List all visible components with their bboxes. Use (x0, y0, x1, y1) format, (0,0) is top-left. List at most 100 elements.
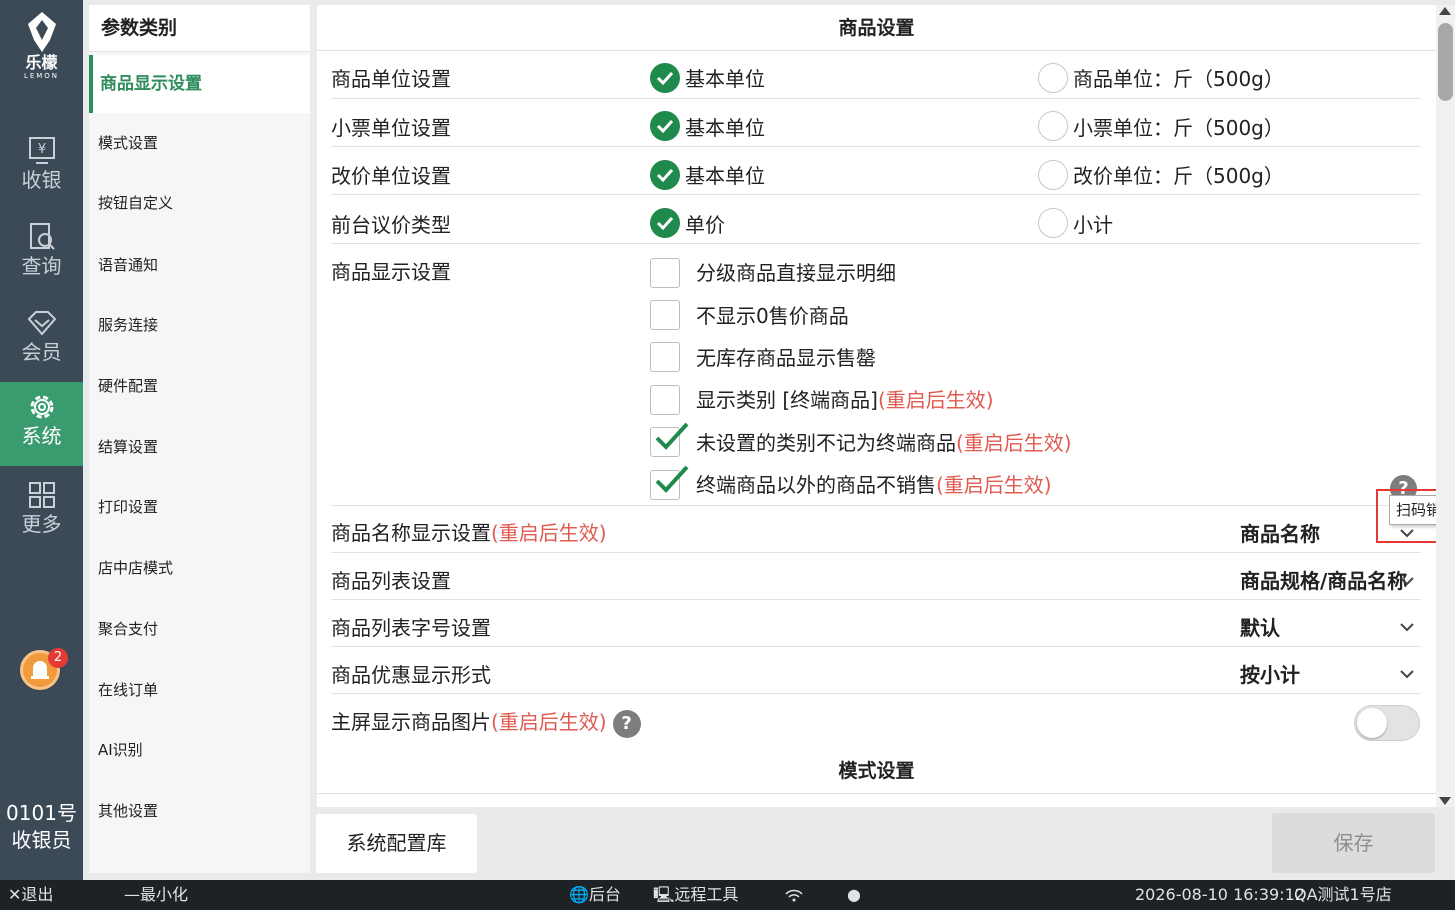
category-item-buttons[interactable]: 按钮自定义 (89, 174, 310, 232)
receipt-basic-radio[interactable] (650, 111, 680, 141)
receipt-goods-radio[interactable] (1038, 111, 1068, 141)
main-screen-image-toggle[interactable] (1354, 705, 1420, 741)
checkbox-show-category-text: 显示类别 [终端商品] (696, 388, 878, 412)
checkbox-hide-zero-price[interactable] (650, 300, 680, 330)
gear-icon (30, 395, 53, 419)
logo-name: 乐檬 (25, 53, 58, 72)
exit-button[interactable]: ✕退出 (8, 880, 53, 910)
chevron-down-icon[interactable] (1399, 666, 1415, 682)
scroll-down-arrow-icon[interactable] (1439, 797, 1451, 805)
divider (331, 646, 1421, 647)
remote-tool-label: 远程工具 (674, 885, 739, 904)
nav-system-label: 系统 (21, 424, 62, 448)
unit-basic-radio[interactable] (650, 63, 680, 93)
settings-panel: 商品设置 商品单位设置 基本单位 商品单位：斤（500g） 小票单位设置 基本单… (317, 5, 1436, 807)
divider (331, 693, 1421, 694)
category-item-print[interactable]: 打印设置 (89, 478, 310, 536)
check-icon (656, 168, 674, 183)
divider (331, 98, 1421, 99)
backend-button[interactable]: 🌐后台 (569, 880, 621, 910)
price-unit-label: 改价单位设置 (331, 164, 451, 188)
category-item-mode[interactable]: 模式设置 (89, 114, 310, 172)
category-title: 参数类别 (89, 5, 310, 52)
category-item-service[interactable]: 服务连接 (89, 296, 310, 354)
divider (331, 146, 1421, 147)
price-goods-label: 改价单位：斤（500g） (1073, 164, 1284, 188)
category-item-online-order[interactable]: 在线订单 (89, 661, 310, 719)
main-screen-image-label: 主屏显示商品图片(重启后生效)? (331, 709, 641, 738)
bargain-type-label: 前台议价类型 (331, 213, 451, 237)
category-item-ai[interactable]: AI识别 (89, 721, 310, 779)
list-setting-label: 商品列表设置 (331, 569, 451, 593)
wifi-icon (785, 880, 803, 910)
checkbox-unset-category-label: 未设置的类别不记为终端商品(重启后生效) (696, 430, 1072, 456)
nav-cashier[interactable]: ¥ 收银 (0, 126, 83, 210)
checkmark-icon (655, 465, 689, 493)
unit-goods-label: 商品单位：斤（500g） (1073, 67, 1284, 91)
chevron-down-icon[interactable] (1399, 619, 1415, 635)
check-icon (656, 71, 674, 86)
bargain-subtotal-label: 小计 (1073, 213, 1113, 237)
checkbox-unset-category[interactable] (650, 422, 689, 457)
restart-note: (重启后生效) (956, 431, 1072, 455)
operator-id: 0101号 (6, 801, 77, 825)
category-item-other[interactable]: 其他设置 (89, 782, 310, 840)
category-item-shop-in-shop[interactable]: 店中店模式 (89, 539, 310, 597)
unit-goods-radio[interactable] (1038, 63, 1068, 93)
unit-setting-label: 商品单位设置 (331, 67, 451, 91)
checkbox-show-category[interactable] (650, 385, 680, 415)
category-item-voice[interactable]: 语音通知 (89, 236, 310, 294)
scrollbar[interactable] (1436, 5, 1455, 807)
scroll-up-arrow-icon[interactable] (1439, 7, 1451, 15)
notification-bell-icon[interactable]: 2 (20, 648, 68, 690)
nav-more-label: 更多 (21, 512, 62, 536)
config-library-button[interactable]: 系统配置库 (316, 814, 477, 873)
category-item-payment[interactable]: 聚合支付 (89, 600, 310, 658)
cashier-icon: ¥ (28, 137, 55, 164)
price-goods-radio[interactable] (1038, 160, 1068, 190)
receipt-unit-label: 小票单位设置 (331, 116, 451, 140)
exit-label: 退出 (21, 885, 54, 904)
nav-system[interactable]: 系统 (0, 382, 83, 466)
category-item-display[interactable]: 商品显示设置 (89, 55, 310, 113)
category-item-settlement[interactable]: 结算设置 (89, 418, 310, 476)
checkbox-sold-out-label: 无库存商品显示售罄 (696, 346, 876, 370)
discount-display-label: 商品优惠显示形式 (331, 663, 491, 687)
bargain-unit-price-radio[interactable] (650, 208, 680, 238)
nav-member[interactable]: 会员 (0, 298, 83, 382)
toggle-knob (1357, 708, 1387, 738)
checkbox-show-category-label: 显示类别 [终端商品](重启后生效) (696, 387, 994, 413)
save-button[interactable]: 保存 (1272, 813, 1435, 873)
nav-more[interactable]: 更多 (0, 470, 83, 554)
backend-label: 后台 (588, 885, 621, 904)
left-nav: 乐檬 LEMON ¥ 收银 查询 会员 系统 更多 2 0101号 收银员 (0, 0, 83, 880)
minimize-button[interactable]: —最小化 (124, 880, 188, 910)
price-basic-radio[interactable] (650, 160, 680, 190)
category-item-hardware[interactable]: 硬件配置 (89, 357, 310, 415)
font-size-setting-label: 商品列表字号设置 (331, 616, 491, 640)
bargain-subtotal-radio[interactable] (1038, 208, 1068, 238)
checkbox-non-terminal-no-sale[interactable] (650, 465, 689, 500)
help-question-icon[interactable]: ? (612, 709, 641, 738)
tooltip: 扫码销售商品除外 (1389, 495, 1436, 525)
chevron-down-icon[interactable] (1399, 573, 1415, 589)
restart-note: (重启后生效) (936, 473, 1052, 497)
remote-tool-button[interactable]: 🖳远程工具 (653, 880, 738, 910)
name-display-text: 商品名称显示设置 (331, 521, 491, 545)
scrollbar-thumb[interactable] (1438, 23, 1453, 101)
divider (331, 599, 1421, 600)
checkmark-icon (655, 422, 689, 450)
checkbox-sold-out[interactable] (650, 342, 680, 372)
nav-query[interactable]: 查询 (0, 212, 83, 296)
checkbox-graded-detail[interactable] (650, 258, 680, 288)
receipt-goods-label: 小票单位：斤（500g） (1073, 116, 1284, 140)
discount-display-select[interactable]: 按小计 (1240, 662, 1415, 688)
main-screen-image-text: 主屏显示商品图片 (331, 710, 491, 734)
list-setting-select[interactable]: 商品规格/商品名称 (1240, 568, 1415, 594)
font-size-setting-select[interactable]: 默认 (1240, 615, 1415, 641)
svg-text:¥: ¥ (37, 142, 45, 157)
divider (331, 552, 1421, 553)
datetime: 2026-08-10 16:39:12 (1135, 885, 1305, 904)
divider (331, 505, 1421, 506)
checkbox-non-terminal-no-sale-label: 终端商品以外的商品不销售(重启后生效) (696, 472, 1052, 498)
